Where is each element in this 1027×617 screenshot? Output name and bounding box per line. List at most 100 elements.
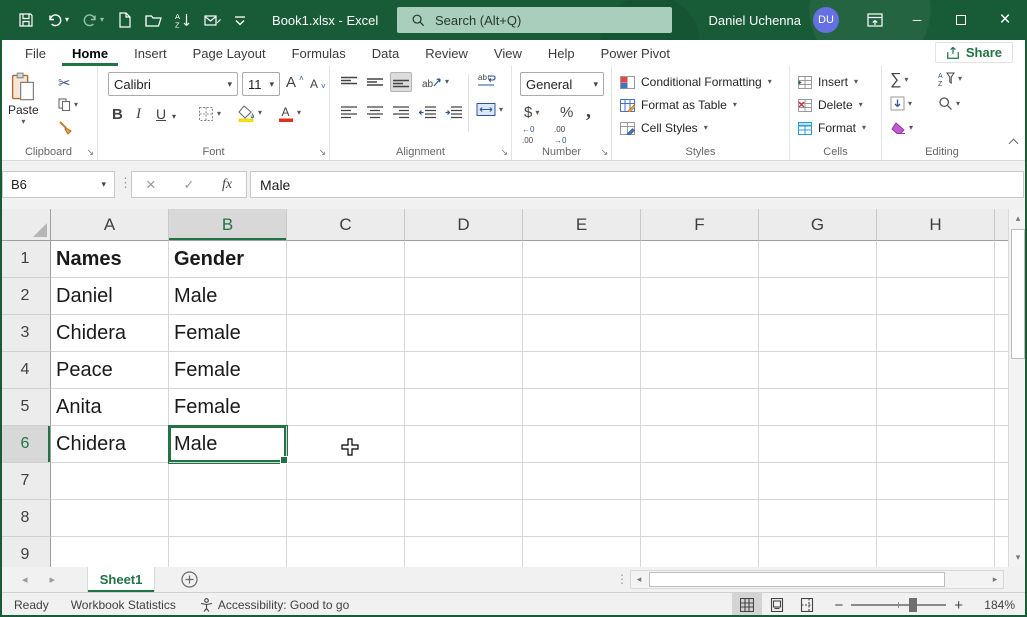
column-header-h[interactable]: H (877, 209, 995, 241)
merge-and-center-button[interactable] (476, 102, 503, 117)
middle-align-button[interactable] (364, 72, 386, 92)
cell-E9[interactable] (523, 537, 641, 567)
cell-H7[interactable] (877, 463, 995, 500)
tab-file[interactable]: File (15, 40, 56, 66)
find-and-select-dropdown-icon[interactable] (956, 100, 960, 108)
cell-D9[interactable] (405, 537, 523, 567)
decrease-font-size-button[interactable]: A ˅ (310, 76, 326, 92)
font-dialog-launcher[interactable] (318, 147, 326, 158)
accessibility-checker-button[interactable]: Accessibility: Good to go (200, 598, 349, 612)
accounting-dropdown-icon[interactable] (535, 109, 539, 117)
cell-C9[interactable] (287, 537, 405, 567)
cell-A5[interactable]: Anita (51, 389, 169, 426)
row-header-4[interactable]: 4 (0, 352, 51, 389)
cell-G7[interactable] (759, 463, 877, 500)
find-and-select-button[interactable] (938, 96, 960, 111)
cell-H2[interactable] (877, 278, 995, 315)
redo-button[interactable] (82, 12, 104, 28)
cell-B9[interactable] (169, 537, 287, 567)
cell-A3[interactable]: Chidera (51, 315, 169, 352)
name-box-dropdown-icon[interactable] (101, 180, 106, 189)
merge-and-center-dropdown-icon[interactable] (499, 106, 503, 114)
cell-B6[interactable]: Male (169, 426, 288, 464)
copy-button[interactable] (58, 98, 78, 112)
autosum-dropdown-icon[interactable] (904, 76, 908, 84)
cell-C7[interactable] (287, 463, 405, 500)
cell-F9[interactable] (641, 537, 759, 567)
cell-D8[interactable] (405, 500, 523, 537)
account-name[interactable]: Daniel Uchenna (708, 13, 801, 28)
format-painter-button[interactable] (58, 120, 73, 135)
cell-A6[interactable]: Chidera (51, 426, 169, 463)
save-icon[interactable] (18, 12, 34, 28)
new-sheet-button[interactable] (181, 571, 198, 588)
cell-D1[interactable] (405, 241, 523, 278)
share-button[interactable]: Share (934, 42, 1013, 63)
font-color-button[interactable]: A (278, 104, 301, 122)
cell-C4[interactable] (287, 352, 405, 389)
cell-E1[interactable] (523, 241, 641, 278)
cell-G1[interactable] (759, 241, 877, 278)
tab-data[interactable]: Data (362, 40, 409, 66)
search-box[interactable]: Search (Alt+Q) (397, 7, 672, 33)
name-box[interactable]: B6 (2, 171, 115, 198)
row-header-8[interactable]: 8 (0, 500, 51, 537)
decrease-decimal-button[interactable]: .00 →0 (554, 126, 566, 145)
cell-A7[interactable] (51, 463, 169, 500)
align-left-button[interactable] (338, 102, 360, 122)
orientation-dropdown-icon[interactable] (445, 78, 449, 86)
customize-quick-access-toolbar-icon[interactable] (234, 14, 246, 26)
insert-cells-button[interactable]: Insert (798, 71, 858, 93)
cell-G8[interactable] (759, 500, 877, 537)
zoom-level[interactable]: 184% (973, 598, 1015, 612)
column-header-b[interactable]: B (169, 209, 287, 241)
bottom-align-button[interactable] (390, 72, 412, 92)
cancel-icon[interactable] (146, 175, 156, 195)
delete-cells-button[interactable]: Delete (798, 94, 863, 116)
column-header-c[interactable]: C (287, 209, 405, 241)
paste-dropdown-icon[interactable] (21, 118, 25, 126)
cell-F4[interactable] (641, 352, 759, 389)
horizontal-scrollbar[interactable] (630, 570, 1004, 589)
sort-and-filter-button[interactable]: AZ (938, 71, 962, 86)
cell-G5[interactable] (759, 389, 877, 426)
increase-font-size-button[interactable]: A ˄ (286, 74, 304, 91)
zoom-slider[interactable] (851, 598, 947, 612)
number-format-dropdown-icon[interactable] (593, 80, 598, 89)
underline-dropdown-icon[interactable] (172, 113, 176, 121)
cell-E3[interactable] (523, 315, 641, 352)
scroll-right-icon[interactable] (987, 574, 1003, 585)
cell-C8[interactable] (287, 500, 405, 537)
sort-and-filter-dropdown-icon[interactable] (958, 75, 962, 83)
close-button[interactable] (983, 0, 1027, 40)
font-size-dropdown-icon[interactable] (269, 80, 274, 89)
increase-decimal-button[interactable]: ←0.00 (522, 126, 534, 145)
underline-button[interactable]: U (156, 106, 166, 122)
cell-H1[interactable] (877, 241, 995, 278)
font-size-combo[interactable]: 11 (242, 72, 280, 96)
scroll-left-icon[interactable] (631, 574, 647, 585)
row-header-5[interactable]: 5 (0, 389, 51, 426)
sheet-tab-sheet1[interactable]: Sheet1 (87, 567, 156, 592)
maximize-button[interactable] (939, 0, 983, 40)
tab-review[interactable]: Review (415, 40, 478, 66)
font-family-dropdown-icon[interactable] (227, 80, 232, 89)
font-color-dropdown-icon[interactable] (297, 109, 301, 117)
next-sheet-icon[interactable] (50, 573, 56, 586)
cell-D6[interactable] (405, 426, 523, 463)
tab-page-layout[interactable]: Page Layout (183, 40, 276, 66)
percent-style-button[interactable]: % (560, 104, 573, 121)
cell-E5[interactable] (523, 389, 641, 426)
column-header-d[interactable]: D (405, 209, 523, 241)
cell-C1[interactable] (287, 241, 405, 278)
format-cells-button[interactable]: Format (798, 117, 866, 139)
tab-formulas[interactable]: Formulas (282, 40, 356, 66)
borders-button[interactable] (198, 106, 221, 122)
cell-B5[interactable]: Female (169, 389, 287, 426)
cell-H3[interactable] (877, 315, 995, 352)
cell-E6[interactable] (523, 426, 641, 463)
cell-G4[interactable] (759, 352, 877, 389)
cell-styles-button[interactable]: Cell Styles (620, 117, 708, 139)
cell-A8[interactable] (51, 500, 169, 537)
row-header-2[interactable]: 2 (0, 278, 51, 315)
